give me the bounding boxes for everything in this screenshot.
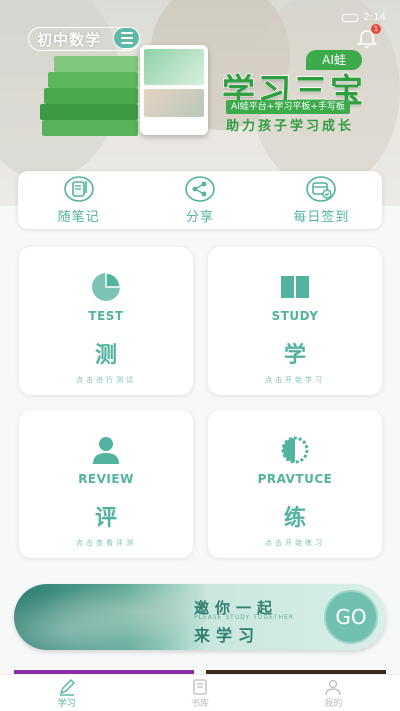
banner-slogan-sub: AI蛙平台+学习平板+手写板	[226, 100, 350, 114]
nav-study[interactable]: 学习	[0, 675, 133, 711]
study-title-en: STUDY	[271, 309, 319, 323]
test-card[interactable]: TEST 测 点击进行测试	[19, 247, 193, 395]
review-title-en: REVIEW	[78, 472, 134, 486]
go-button[interactable]: GO	[324, 590, 378, 644]
study-title-zh: 学	[283, 343, 306, 368]
test-title-zh: 测	[94, 343, 117, 368]
status-bar: 2:14	[341, 12, 386, 23]
book-icon	[281, 276, 309, 298]
library-icon	[193, 678, 207, 695]
notebook-icon	[63, 176, 94, 202]
notes-label: 随笔记	[57, 210, 100, 225]
menu-icon[interactable]	[113, 27, 140, 49]
checkin-icon	[306, 176, 337, 202]
tablet-illustration	[140, 45, 208, 135]
notification-bell-icon[interactable]: 1	[356, 24, 381, 50]
test-hint: 点击进行测试	[76, 376, 136, 384]
books-illustration	[40, 52, 150, 152]
invite-line3: 来学习	[194, 626, 261, 645]
notes-button[interactable]: 随笔记	[18, 171, 139, 229]
notification-count: 1	[371, 24, 381, 34]
checkin-button[interactable]: 每日签到	[261, 171, 382, 229]
share-button[interactable]: 分享	[139, 171, 260, 229]
bottom-nav: 学习 书库 我的	[0, 674, 400, 711]
nav-library[interactable]: 书库	[133, 675, 266, 711]
share-label: 分享	[185, 210, 214, 225]
banner-slogan-tag: 助力孩子学习成长	[226, 119, 355, 134]
practice-title-zh: 练	[283, 506, 306, 531]
review-card[interactable]: REVIEW 评 点击查看评测	[19, 410, 193, 558]
review-hint: 点击查看评测	[76, 539, 136, 547]
practice-hint: 点击开始练习	[265, 539, 325, 547]
test-title-en: TEST	[88, 309, 124, 323]
nav-profile[interactable]: 我的	[267, 675, 400, 711]
quick-actions-bar: 随笔记 分享 每日签到	[18, 171, 382, 229]
invite-line2: PLEASE STUDY TOGETHER	[194, 614, 295, 621]
pen-icon	[59, 678, 75, 696]
half-gear-icon	[281, 436, 309, 464]
invite-photo	[14, 584, 194, 650]
profile-icon	[325, 679, 341, 695]
review-title-zh: 评	[94, 506, 117, 531]
pie-chart-icon	[92, 272, 121, 301]
nav-library-label: 书库	[190, 698, 209, 709]
person-icon	[93, 437, 119, 464]
grade-label: 初中数学	[37, 30, 102, 49]
clock-text: 2:14	[363, 12, 386, 23]
practice-title-en: PRAVTUCE	[257, 472, 333, 486]
nav-study-label: 学习	[57, 698, 76, 709]
practice-card[interactable]: PRAVTUCE 练 点击开始练习	[208, 410, 382, 558]
checkin-label: 每日签到	[293, 210, 350, 225]
battery-icon	[341, 13, 358, 22]
study-card[interactable]: STUDY 学 点击开始学习	[208, 247, 382, 395]
nav-profile-label: 我的	[324, 698, 343, 709]
study-hint: 点击开始学习	[265, 376, 325, 384]
share-icon	[185, 176, 215, 202]
invite-banner[interactable]: 邀你一起 PLEASE STUDY TOGETHER 来学习 GO	[14, 584, 386, 650]
